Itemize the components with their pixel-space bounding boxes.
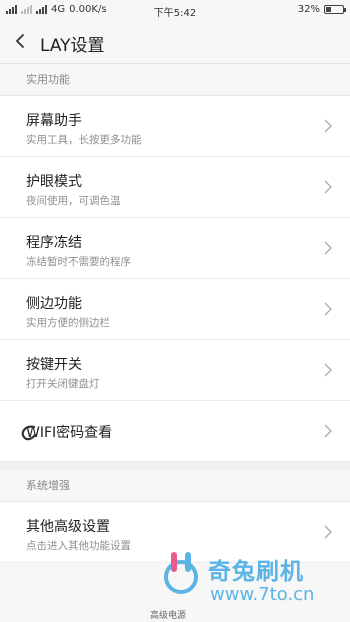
item-title: 侧边功能: [26, 296, 82, 312]
setting-item-screen-assistant[interactable]: 屏幕助手 实用工具，长按更多功能: [0, 96, 350, 157]
watermark-url: www.7to.cn: [210, 584, 315, 605]
touch-indicator-icon: [21, 425, 37, 441]
setting-item-wifi-password[interactable]: WIFI密码查看: [0, 401, 350, 462]
chevron-right-icon: [324, 525, 332, 539]
item-subtitle: 实用工具，长按更多功能: [26, 134, 142, 146]
item-title: 护眼模式: [26, 174, 82, 190]
chevron-right-icon: [324, 119, 332, 133]
chevron-right-icon: [324, 363, 332, 377]
item-title: 程序冻结: [26, 235, 82, 251]
setting-item-key-switch[interactable]: 按键开关 打开关闭键盘灯: [0, 340, 350, 401]
item-subtitle: 打开关闭键盘灯: [26, 378, 100, 390]
battery-icon: [324, 5, 346, 14]
watermark: 奇兔刷机 www.7to.cn 高级电源: [150, 550, 350, 622]
item-subtitle: 冻结暂时不需要的程序: [26, 256, 131, 268]
section-header-system: 系统增强: [0, 470, 350, 502]
battery-percent: 32%: [297, 4, 320, 15]
status-right: 32%: [297, 4, 346, 15]
item-title: 其他高级设置: [26, 519, 110, 535]
setting-item-eye-protection[interactable]: 护眼模式 夜间使用，可调色温: [0, 157, 350, 218]
app-header: LAY设置: [0, 20, 350, 64]
setting-item-app-freeze[interactable]: 程序冻结 冻结暂时不需要的程序: [0, 218, 350, 279]
section-divider: [0, 462, 350, 470]
settings-list: 实用功能 屏幕助手 实用工具，长按更多功能 护眼模式 夜间使用，可调色温 程序冻…: [0, 64, 350, 563]
item-subtitle: 点击进入其他功能设置: [26, 540, 131, 552]
setting-item-sidebar[interactable]: 侧边功能 实用方便的侧边栏: [0, 279, 350, 340]
item-subtitle: 夜间使用，可调色温: [26, 195, 121, 207]
status-bar: 4G 0.00K/s 下午5:42 32%: [0, 0, 350, 20]
item-subtitle: 实用方便的侧边栏: [26, 317, 110, 329]
rabbit-logo-icon: [164, 552, 198, 594]
back-arrow-icon[interactable]: [10, 30, 32, 52]
section-header-utilities: 实用功能: [0, 64, 350, 96]
bottom-caption: 高级电源: [150, 611, 187, 621]
page-title: LAY设置: [40, 36, 105, 56]
watermark-brand: 奇兔刷机: [208, 559, 304, 585]
chevron-right-icon: [324, 302, 332, 316]
chevron-right-icon: [324, 424, 332, 438]
battery-fill: [326, 7, 332, 12]
item-title: WIFI密码查看: [26, 425, 113, 441]
item-title: 按键开关: [26, 357, 82, 373]
chevron-right-icon: [324, 180, 332, 194]
item-title: 屏幕助手: [26, 113, 82, 129]
chevron-right-icon: [324, 241, 332, 255]
